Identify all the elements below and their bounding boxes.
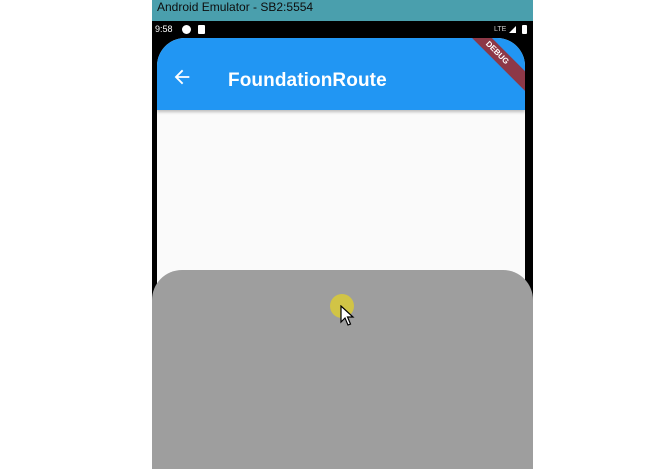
- arrow-back-icon: [174, 69, 190, 85]
- status-bar: 9:58 LTE: [152, 21, 533, 38]
- status-time: 9:58: [155, 24, 173, 34]
- mouse-cursor-icon: [340, 305, 355, 326]
- network-label: LTE: [494, 26, 507, 33]
- emulator-window: Android Emulator - SB2:5554 9:58 LTE Fou…: [152, 0, 533, 469]
- back-button[interactable]: [171, 66, 193, 88]
- cast-icon: [182, 25, 191, 34]
- page-title: FoundationRoute: [228, 70, 387, 91]
- signal-icon: [509, 26, 516, 33]
- app-bar: FoundationRoute: [157, 38, 525, 110]
- sd-card-icon: [198, 25, 205, 34]
- battery-icon: [522, 25, 527, 34]
- window-title: Android Emulator - SB2:5554: [152, 0, 533, 21]
